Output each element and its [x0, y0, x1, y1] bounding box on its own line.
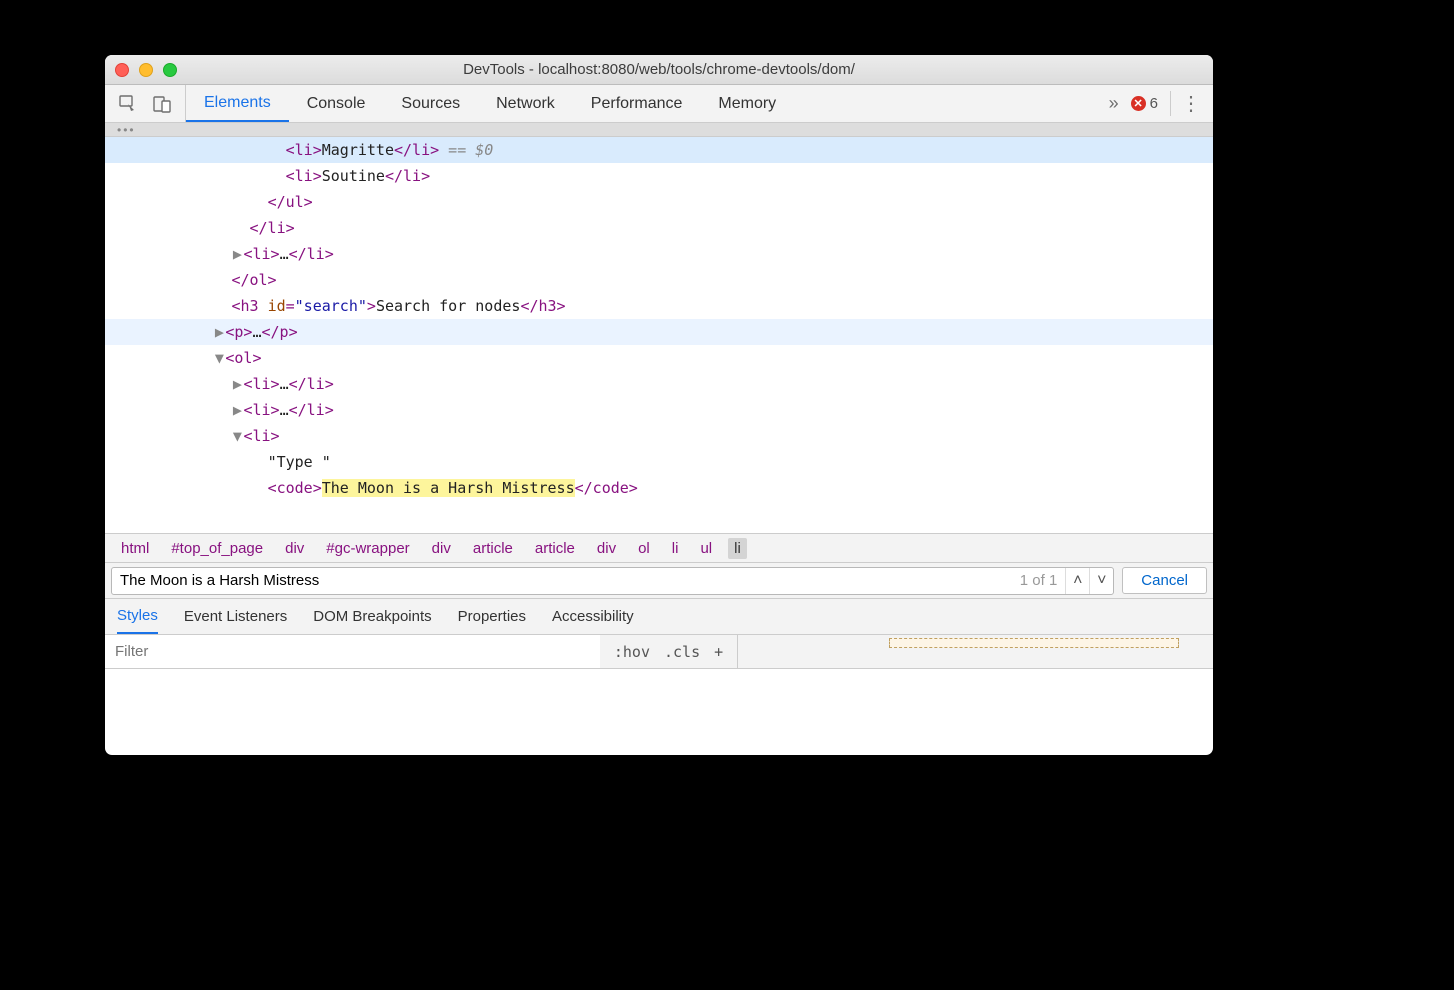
divider — [737, 635, 738, 668]
breadcrumb: html #top_of_page div #gc-wrapper div ar… — [105, 533, 1213, 563]
crumb[interactable]: #top_of_page — [165, 538, 269, 559]
dom-node[interactable]: </ul> — [105, 189, 1213, 215]
search-bar: 1 of 1 ˄ ˅ Cancel — [105, 563, 1213, 599]
tab-sources[interactable]: Sources — [383, 85, 478, 122]
dom-node[interactable]: <h3 id="search">Search for nodes</h3> — [105, 293, 1213, 319]
tab-memory[interactable]: Memory — [700, 85, 794, 122]
minimize-icon[interactable] — [139, 63, 153, 77]
toolbar-icons — [105, 85, 186, 122]
devtools-window: DevTools - localhost:8080/web/tools/chro… — [105, 55, 1213, 755]
titlebar: DevTools - localhost:8080/web/tools/chro… — [105, 55, 1213, 85]
dom-node[interactable]: </ol> — [105, 267, 1213, 293]
crumb[interactable]: #gc-wrapper — [320, 538, 415, 559]
more-tabs-icon[interactable]: » — [1109, 93, 1119, 114]
main-toolbar: Elements Console Sources Network Perform… — [105, 85, 1213, 123]
error-icon: ✕ — [1131, 96, 1146, 111]
main-tabs: Elements Console Sources Network Perform… — [186, 85, 1097, 122]
dom-node[interactable]: ▶<p>…</p> — [105, 319, 1213, 345]
dom-text[interactable]: "Type " — [105, 449, 1213, 475]
crumb[interactable]: li — [728, 538, 747, 559]
kebab-menu-icon[interactable]: ⋮ — [1170, 91, 1201, 116]
crumb[interactable]: ol — [632, 538, 656, 559]
cancel-button[interactable]: Cancel — [1122, 567, 1207, 594]
crumb[interactable]: div — [591, 538, 622, 559]
search-input[interactable] — [112, 572, 1012, 589]
inspect-icon[interactable] — [119, 95, 137, 113]
dom-tree[interactable]: <li>Magritte</li> == $0 <li>Soutine</li>… — [105, 137, 1213, 533]
crumb[interactable]: article — [529, 538, 581, 559]
tab-network[interactable]: Network — [478, 85, 573, 122]
crumb[interactable]: div — [426, 538, 457, 559]
maximize-icon[interactable] — [163, 63, 177, 77]
tab-elements[interactable]: Elements — [186, 85, 289, 122]
crumb[interactable]: html — [115, 538, 155, 559]
dom-node[interactable]: <li>Soutine</li> — [105, 163, 1213, 189]
crumb[interactable]: article — [467, 538, 519, 559]
close-icon[interactable] — [115, 63, 129, 77]
error-badge[interactable]: ✕ 6 — [1131, 95, 1158, 112]
crumb[interactable]: div — [279, 538, 310, 559]
styles-tabs: Styles Event Listeners DOM Breakpoints P… — [105, 599, 1213, 635]
window-title: DevTools - localhost:8080/web/tools/chro… — [105, 61, 1213, 78]
hov-button[interactable]: :hov — [614, 643, 650, 661]
crumb[interactable]: li — [666, 538, 685, 559]
search-prev-icon[interactable]: ˄ — [1065, 568, 1089, 594]
search-box: 1 of 1 ˄ ˅ — [111, 567, 1114, 595]
filter-input[interactable] — [105, 635, 600, 668]
device-icon[interactable] — [153, 95, 171, 113]
tab-console[interactable]: Console — [289, 85, 384, 122]
tab-performance[interactable]: Performance — [573, 85, 701, 122]
subtab-styles[interactable]: Styles — [117, 599, 158, 634]
dom-node[interactable]: ▶<li>…</li> — [105, 241, 1213, 267]
add-rule-button[interactable]: + — [714, 643, 723, 661]
error-count: 6 — [1150, 95, 1158, 112]
styles-toolbar: :hov .cls + — [105, 635, 1213, 669]
search-count: 1 of 1 — [1012, 572, 1066, 589]
subtab-event-listeners[interactable]: Event Listeners — [184, 599, 287, 634]
overflow-strip: ••• — [105, 123, 1213, 137]
styles-buttons: :hov .cls + — [600, 643, 737, 661]
subtab-dom-breakpoints[interactable]: DOM Breakpoints — [313, 599, 431, 634]
cls-button[interactable]: .cls — [664, 643, 700, 661]
box-model-preview — [889, 638, 1179, 648]
dom-node[interactable]: ▶<li>…</li> — [105, 397, 1213, 423]
dom-node[interactable]: ▼<li> — [105, 423, 1213, 449]
traffic-lights — [115, 63, 177, 77]
subtab-accessibility[interactable]: Accessibility — [552, 599, 634, 634]
dom-node[interactable]: ▼<ol> — [105, 345, 1213, 371]
dom-node[interactable]: ▶<li>…</li> — [105, 371, 1213, 397]
dom-node[interactable]: <code>The Moon is a Harsh Mistress</code… — [105, 475, 1213, 501]
toolbar-right: » ✕ 6 ⋮ — [1097, 91, 1213, 116]
subtab-properties[interactable]: Properties — [458, 599, 526, 634]
search-next-icon[interactable]: ˅ — [1089, 568, 1113, 594]
crumb[interactable]: ul — [694, 538, 718, 559]
dom-node[interactable]: </li> — [105, 215, 1213, 241]
dom-node[interactable]: <li>Magritte</li> == $0 — [105, 137, 1213, 163]
